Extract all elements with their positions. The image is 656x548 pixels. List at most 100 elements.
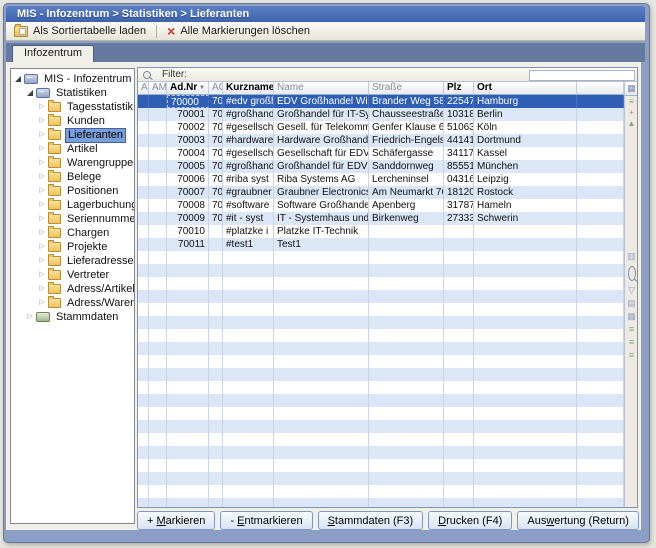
entmarkieren-button[interactable]: - Entmarkieren bbox=[220, 511, 312, 530]
empty-cell bbox=[577, 407, 624, 420]
cell-empty bbox=[577, 173, 624, 186]
collapsed-arrow-icon[interactable]: ▷ bbox=[37, 254, 47, 268]
cell-strasse bbox=[369, 225, 444, 238]
tree-item-adress-artikel[interactable]: ▷Adress/Artikel bbox=[11, 282, 134, 296]
cell-strasse bbox=[369, 238, 444, 251]
tab-infozentrum[interactable]: Infozentrum bbox=[12, 45, 94, 62]
tree-item-statistiken[interactable]: Statistiken bbox=[11, 86, 134, 100]
tree-item-artikel[interactable]: ▷Artikel bbox=[11, 142, 134, 156]
table-row[interactable]: 7000670#riba systRiba Systems AGLercheni… bbox=[138, 173, 624, 186]
stammdaten-button[interactable]: Stammdaten (F3) bbox=[318, 511, 424, 530]
column-header-empty[interactable] bbox=[577, 82, 624, 95]
empty-cell bbox=[444, 303, 474, 316]
load-sort-table-button[interactable]: Als Sortiertabelle laden bbox=[6, 23, 154, 39]
collapsed-arrow-icon[interactable]: ▷ bbox=[37, 100, 47, 114]
collapsed-arrow-icon[interactable]: ▷ bbox=[37, 198, 47, 212]
collapsed-arrow-icon[interactable]: ▷ bbox=[37, 296, 47, 310]
table-row[interactable]: 70011#test1Test1 bbox=[138, 238, 624, 251]
collapsed-arrow-icon[interactable]: ▷ bbox=[37, 226, 47, 240]
tree-item-lieferadressen[interactable]: ▷Lieferadressen bbox=[11, 254, 134, 268]
scroll-up-icon[interactable]: ▲ bbox=[625, 118, 638, 129]
tree-item-adress-warengruppen[interactable]: ▷Adress/Warengruppen bbox=[11, 296, 134, 310]
table-row[interactable]: 7000970#it - systIT - Systemhaus und Gro… bbox=[138, 212, 624, 225]
tree-item-projekte[interactable]: ▷ Projekte bbox=[11, 240, 134, 254]
tree-item-lieferanten[interactable]: ▷Lieferanten bbox=[11, 128, 134, 142]
tree-item-lagerbuchungen[interactable]: ▷Lagerbuchungen bbox=[11, 198, 134, 212]
empty-cell bbox=[149, 316, 167, 329]
filter-input[interactable] bbox=[529, 70, 635, 81]
columns-icon[interactable]: ▥ bbox=[625, 250, 638, 263]
table-row[interactable]: 7000870#softwareSoftware Großhandel Lübk… bbox=[138, 199, 624, 212]
collapsed-arrow-icon[interactable]: ▷ bbox=[37, 212, 47, 226]
column-header-a[interactable]: A bbox=[138, 82, 149, 95]
column-header-ort[interactable]: Ort bbox=[474, 82, 577, 95]
table-row[interactable]: 70010#platzke iPlatzke IT-Technik bbox=[138, 225, 624, 238]
table-row[interactable]: 7000570#großhandeGroßhandel für EDV Hutn… bbox=[138, 160, 624, 173]
search-icon[interactable] bbox=[628, 266, 636, 281]
tree-item-label: Projekte bbox=[65, 241, 109, 254]
empty-cell bbox=[577, 472, 624, 485]
clear-marks-button[interactable]: × Alle Markierungen löschen bbox=[159, 23, 318, 39]
collapsed-arrow-icon[interactable]: ▷ bbox=[37, 268, 47, 282]
column-chooser-icon[interactable]: ▦ bbox=[625, 82, 638, 96]
grid-layout-icon[interactable]: ▤ bbox=[625, 297, 638, 310]
sort-indicator-icon: ▼ bbox=[199, 82, 205, 94]
empty-cell bbox=[138, 316, 149, 329]
tree-item-label: Stammdaten bbox=[54, 311, 120, 324]
column-header-plz[interactable]: Plz bbox=[444, 82, 474, 95]
scroll-lines-icon[interactable]: ≡ bbox=[625, 96, 638, 107]
empty-cell bbox=[474, 433, 577, 446]
tree-item-belege[interactable]: ▷Belege bbox=[11, 170, 134, 184]
table-row[interactable]: 7000170#großhandeGroßhandel für IT-Syste… bbox=[138, 108, 624, 121]
empty-cell bbox=[223, 303, 274, 316]
empty-cell bbox=[274, 381, 369, 394]
tree-item-kunden[interactable]: ▷Kunden bbox=[11, 114, 134, 128]
drucken-button[interactable]: Drucken (F4) bbox=[428, 511, 512, 530]
tree-item-chargen[interactable]: ▷Chargen bbox=[11, 226, 134, 240]
column-header-am[interactable]: AM bbox=[149, 82, 167, 95]
table-row[interactable]: 7000770#graubnerGraubner Electronics Gmb… bbox=[138, 186, 624, 199]
list-green-icon-2[interactable]: ≡ bbox=[625, 336, 638, 349]
cell-ort: Rostock bbox=[474, 186, 577, 199]
empty-cell bbox=[138, 290, 149, 303]
collapsed-arrow-icon[interactable]: ▷ bbox=[37, 240, 47, 254]
collapsed-arrow-icon[interactable]: ▷ bbox=[37, 184, 47, 198]
collapsed-arrow-icon[interactable]: ▷ bbox=[37, 128, 47, 142]
table-row[interactable]: 7000470#gesellschGesellschaft für EDV - … bbox=[138, 147, 624, 160]
collapsed-arrow-icon[interactable]: ▷ bbox=[37, 156, 47, 170]
collapsed-arrow-icon[interactable]: ▷ bbox=[37, 170, 47, 184]
column-header-ag[interactable]: AG bbox=[209, 82, 223, 95]
collapsed-arrow-icon[interactable]: ▷ bbox=[37, 282, 47, 296]
collapsed-arrow-icon[interactable]: ▷ bbox=[37, 142, 47, 156]
folder-icon bbox=[48, 158, 61, 168]
tree-item-vertreter[interactable]: ▷Vertreter bbox=[11, 268, 134, 282]
column-header-straße[interactable]: Straße bbox=[369, 82, 444, 95]
grid-scroll-strip[interactable]: ▦ ≡+▲ ▥▽▤▦≡≡≡ bbox=[624, 82, 638, 507]
auswertung-button[interactable]: Auswertung (Return) bbox=[517, 511, 639, 530]
footer-buttons: + Markieren - Entmarkieren Stammdaten (F3)… bbox=[137, 511, 639, 531]
tree-item-warengruppen[interactable]: ▷Warengruppen bbox=[11, 156, 134, 170]
empty-cell bbox=[274, 368, 369, 381]
empty-cell bbox=[209, 381, 223, 394]
markieren-button[interactable]: + Markieren bbox=[137, 511, 215, 530]
column-header-name[interactable]: Name bbox=[274, 82, 369, 95]
scroll-plus-icon[interactable]: + bbox=[625, 107, 638, 118]
tree-item-mis-infozentrum[interactable]: MIS - Infozentrum bbox=[11, 72, 134, 86]
collapsed-arrow-icon[interactable]: ▷ bbox=[37, 114, 47, 128]
filter-icon[interactable]: ▽ bbox=[625, 284, 638, 297]
tree-item-positionen[interactable]: ▷Positionen bbox=[11, 184, 134, 198]
table-row[interactable]: 7000070#edv großhEDV Großhandel Winkler … bbox=[138, 95, 624, 108]
empty-cell bbox=[138, 420, 149, 433]
tree-item-tagesstatistik[interactable]: ▷Tagesstatistik bbox=[11, 100, 134, 114]
column-header-ad-nr[interactable]: Ad.Nr▼ bbox=[167, 82, 209, 95]
column-header-kurzname[interactable]: Kurzname bbox=[223, 82, 274, 95]
collapsed-arrow-icon[interactable]: ▷ bbox=[25, 310, 35, 324]
tree-item-seriennummern[interactable]: ▷Seriennummern bbox=[11, 212, 134, 226]
list-green-icon-1[interactable]: ≡ bbox=[625, 323, 638, 336]
tree-item-stammdaten[interactable]: ▷ Stammdaten bbox=[11, 310, 134, 324]
table-row[interactable]: 7000270#gesellschGesell. für Telekommuni… bbox=[138, 121, 624, 134]
list-green-icon-3[interactable]: ≡ bbox=[625, 349, 638, 362]
cards-icon[interactable]: ▦ bbox=[625, 310, 638, 323]
table-row[interactable]: 7000370#hardwareHardware Großhandel Dort… bbox=[138, 134, 624, 147]
empty-cell bbox=[223, 433, 274, 446]
